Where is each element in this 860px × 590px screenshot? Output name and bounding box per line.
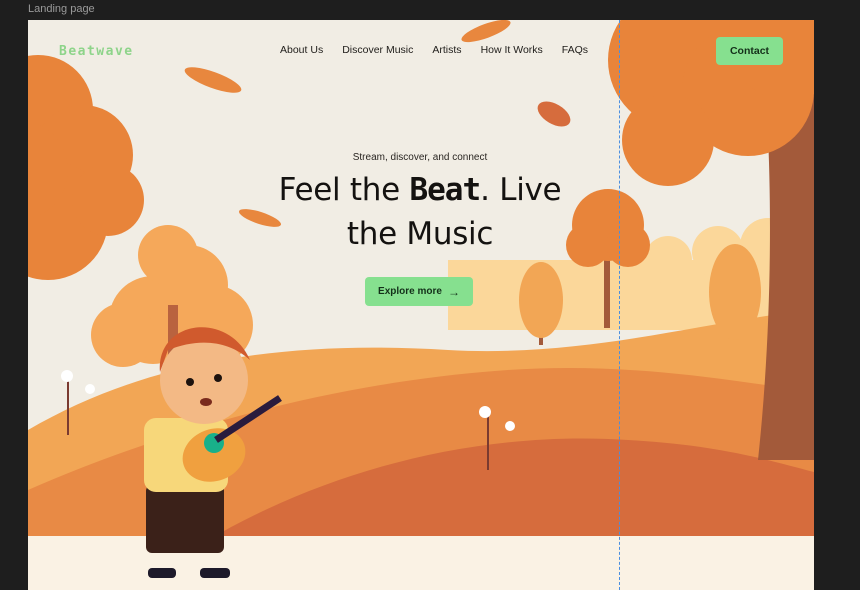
logo[interactable]: Beatwave — [59, 44, 134, 59]
landing-page-artboard: Beatwave About Us Discover Music Artists… — [28, 20, 814, 590]
small-tree-3 — [709, 244, 761, 340]
ground — [28, 536, 814, 590]
nav-link-faqs[interactable]: FAQs — [562, 44, 588, 56]
headline-post-1: . Live — [480, 172, 562, 208]
nav-links: About Us Discover Music Artists How It W… — [280, 44, 588, 56]
nav-link-how-it-works[interactable]: How It Works — [481, 44, 543, 56]
explore-more-button[interactable]: Explore more → — [365, 277, 473, 306]
arrow-right-icon: → — [447, 284, 460, 299]
nav-link-about-us[interactable]: About Us — [280, 44, 323, 56]
explore-more-label: Explore more — [378, 286, 442, 297]
contact-button[interactable]: Contact — [716, 37, 783, 65]
headline-accent-beat: Beat — [409, 172, 481, 208]
frame-label: Landing page — [28, 3, 95, 15]
top-navbar: Beatwave About Us Discover Music Artists… — [28, 20, 814, 80]
nav-link-discover-music[interactable]: Discover Music — [342, 44, 413, 56]
headline-post-2: the Music — [346, 216, 494, 252]
hero-eyebrow: Stream, discover, and connect — [352, 152, 488, 163]
nav-link-artists[interactable]: Artists — [432, 44, 461, 56]
hero-headline: Feel the Beat. Live the Music — [220, 168, 620, 256]
headline-pre: Feel the — [278, 172, 410, 208]
